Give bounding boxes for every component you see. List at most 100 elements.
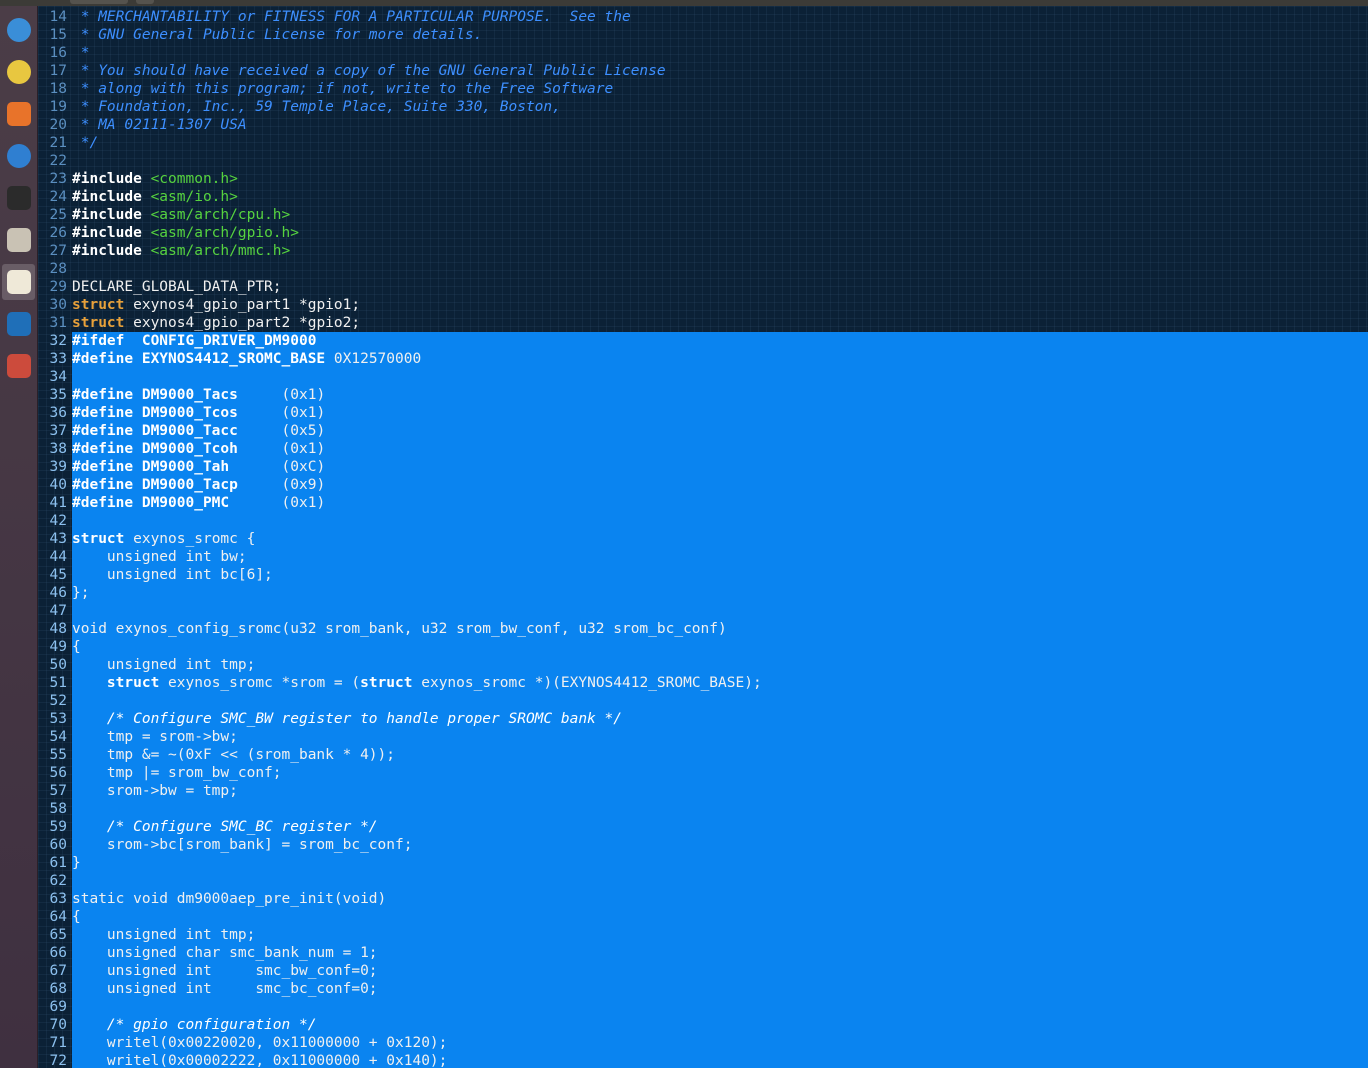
code-text[interactable]: #define DM9000_Tacp (0x9)	[72, 476, 1368, 494]
code-line[interactable]: 59 /* Configure SMC_BC register */	[38, 818, 1368, 836]
code-line[interactable]: 33 #define EXYNOS4412_SROMC_BASE 0X125700…	[38, 350, 1368, 368]
code-text[interactable]: {	[72, 638, 1368, 656]
code-editor[interactable]: 14 * MERCHANTABILITY or FITNESS FOR A PA…	[38, 6, 1368, 1068]
code-line[interactable]: 40 #define DM9000_Tacp (0x9)	[38, 476, 1368, 494]
code-text[interactable]: #include <asm/arch/cpu.h>	[72, 206, 1368, 224]
code-line[interactable]: 16 *	[38, 44, 1368, 62]
code-line[interactable]: 57 srom->bw = tmp;	[38, 782, 1368, 800]
code-text[interactable]: * MA 02111-1307 USA	[72, 116, 1368, 134]
code-line[interactable]: 53 /* Configure SMC_BW register to handl…	[38, 710, 1368, 728]
code-text[interactable]: */	[72, 134, 1368, 152]
code-line[interactable]: 67 unsigned int smc_bw_conf=0;	[38, 962, 1368, 980]
code-line[interactable]: 27 #include <asm/arch/mmc.h>	[38, 242, 1368, 260]
code-text[interactable]	[72, 872, 1368, 890]
code-line[interactable]: 45 unsigned int bc[6];	[38, 566, 1368, 584]
code-line[interactable]: 18 * along with this program; if not, wr…	[38, 80, 1368, 98]
code-text[interactable]: unsigned char smc_bank_num = 1;	[72, 944, 1368, 962]
code-line[interactable]: 48 void exynos_config_sromc(u32 srom_bank…	[38, 620, 1368, 638]
code-text[interactable]: unsigned int bw;	[72, 548, 1368, 566]
code-text[interactable]: #define DM9000_Tah (0xC)	[72, 458, 1368, 476]
code-line[interactable]: 37 #define DM9000_Tacc (0x5)	[38, 422, 1368, 440]
launcher-item[interactable]	[2, 348, 35, 384]
code-line[interactable]: 68 unsigned int smc_bc_conf=0;	[38, 980, 1368, 998]
code-text[interactable]: {	[72, 908, 1368, 926]
code-line[interactable]: 25 #include <asm/arch/cpu.h>	[38, 206, 1368, 224]
code-line[interactable]: 60 srom->bc[srom_bank] = srom_bc_conf;	[38, 836, 1368, 854]
code-text[interactable]: #include <common.h>	[72, 170, 1368, 188]
code-line[interactable]: 34	[38, 368, 1368, 386]
code-text[interactable]: /* gpio configuration */	[72, 1016, 1368, 1034]
code-text[interactable]: srom->bw = tmp;	[72, 782, 1368, 800]
code-line[interactable]: 52	[38, 692, 1368, 710]
code-line[interactable]: 39 #define DM9000_Tah (0xC)	[38, 458, 1368, 476]
code-text[interactable]: #define DM9000_Tcos (0x1)	[72, 404, 1368, 422]
code-line[interactable]: 30 struct exynos4_gpio_part1 *gpio1;	[38, 296, 1368, 314]
code-text[interactable]: * MERCHANTABILITY or FITNESS FOR A PARTI…	[72, 8, 1368, 26]
code-line[interactable]: 51 struct exynos_sromc *srom = (struct e…	[38, 674, 1368, 692]
code-text[interactable]: * along with this program; if not, write…	[72, 80, 1368, 98]
code-line[interactable]: 58	[38, 800, 1368, 818]
launcher-item[interactable]	[2, 12, 35, 48]
code-line[interactable]: 66 unsigned char smc_bank_num = 1;	[38, 944, 1368, 962]
code-text[interactable]: unsigned int tmp;	[72, 926, 1368, 944]
code-line[interactable]: 56 tmp |= srom_bw_conf;	[38, 764, 1368, 782]
code-text[interactable]: #define DM9000_PMC (0x1)	[72, 494, 1368, 512]
code-text[interactable]: unsigned int tmp;	[72, 656, 1368, 674]
code-text[interactable]: #include <asm/io.h>	[72, 188, 1368, 206]
code-text[interactable]: #ifdef CONFIG_DRIVER_DM9000	[72, 332, 1368, 350]
code-line[interactable]: 21 */	[38, 134, 1368, 152]
code-text[interactable]: struct exynos4_gpio_part1 *gpio1;	[72, 296, 1368, 314]
code-text[interactable]	[72, 998, 1368, 1016]
code-text[interactable]: tmp &= ~(0xF << (srom_bank * 4));	[72, 746, 1368, 764]
code-text[interactable]: #include <asm/arch/gpio.h>	[72, 224, 1368, 242]
code-line[interactable]: 20 * MA 02111-1307 USA	[38, 116, 1368, 134]
code-text[interactable]: writel(0x00002222, 0x11000000 + 0x140);	[72, 1052, 1368, 1068]
code-line[interactable]: 36 #define DM9000_Tcos (0x1)	[38, 404, 1368, 422]
code-line[interactable]: 42	[38, 512, 1368, 530]
code-text[interactable]: struct exynos4_gpio_part2 *gpio2;	[72, 314, 1368, 332]
code-text[interactable]: writel(0x00220020, 0x11000000 + 0x120);	[72, 1034, 1368, 1052]
launcher-item[interactable]	[2, 180, 35, 216]
code-line[interactable]: 17 * You should have received a copy of …	[38, 62, 1368, 80]
code-line[interactable]: 38 #define DM9000_Tcoh (0x1)	[38, 440, 1368, 458]
code-line[interactable]: 24 #include <asm/io.h>	[38, 188, 1368, 206]
code-line[interactable]: 19 * Foundation, Inc., 59 Temple Place, …	[38, 98, 1368, 116]
code-line[interactable]: 43 struct exynos_sromc {	[38, 530, 1368, 548]
code-line[interactable]: 26 #include <asm/arch/gpio.h>	[38, 224, 1368, 242]
code-text[interactable]: unsigned int bc[6];	[72, 566, 1368, 584]
launcher-item[interactable]	[2, 96, 35, 132]
launcher-item[interactable]	[2, 138, 35, 174]
code-text[interactable]	[72, 260, 1368, 278]
code-text[interactable]: unsigned int smc_bw_conf=0;	[72, 962, 1368, 980]
code-text[interactable]: void exynos_config_sromc(u32 srom_bank, …	[72, 620, 1368, 638]
code-line[interactable]: 49 {	[38, 638, 1368, 656]
code-text[interactable]: * Foundation, Inc., 59 Temple Place, Sui…	[72, 98, 1368, 116]
code-line[interactable]: 14 * MERCHANTABILITY or FITNESS FOR A PA…	[38, 8, 1368, 26]
code-line[interactable]: 55 tmp &= ~(0xF << (srom_bank * 4));	[38, 746, 1368, 764]
code-text[interactable]: * You should have received a copy of the…	[72, 62, 1368, 80]
code-text[interactable]	[72, 800, 1368, 818]
code-text[interactable]: struct exynos_sromc {	[72, 530, 1368, 548]
code-line[interactable]: 69	[38, 998, 1368, 1016]
code-text[interactable]: struct exynos_sromc *srom = (struct exyn…	[72, 674, 1368, 692]
code-text[interactable]: };	[72, 584, 1368, 602]
code-text[interactable]: tmp = srom->bw;	[72, 728, 1368, 746]
code-text[interactable]	[72, 512, 1368, 530]
code-text[interactable]: }	[72, 854, 1368, 872]
code-line[interactable]: 44 unsigned int bw;	[38, 548, 1368, 566]
code-line[interactable]: 70 /* gpio configuration */	[38, 1016, 1368, 1034]
code-line[interactable]: 71 writel(0x00220020, 0x11000000 + 0x120…	[38, 1034, 1368, 1052]
code-text[interactable]: #define DM9000_Tcoh (0x1)	[72, 440, 1368, 458]
launcher-item[interactable]	[2, 306, 35, 342]
code-line[interactable]: 23 #include <common.h>	[38, 170, 1368, 188]
code-text[interactable]: #define EXYNOS4412_SROMC_BASE 0X12570000	[72, 350, 1368, 368]
code-line[interactable]: 61}	[38, 854, 1368, 872]
window-tab-close[interactable]	[136, 0, 154, 4]
code-text[interactable]: unsigned int smc_bc_conf=0;	[72, 980, 1368, 998]
code-text[interactable]	[72, 692, 1368, 710]
code-line[interactable]: 47	[38, 602, 1368, 620]
code-text[interactable]: *	[72, 44, 1368, 62]
code-text[interactable]: srom->bc[srom_bank] = srom_bc_conf;	[72, 836, 1368, 854]
code-text[interactable]: #include <asm/arch/mmc.h>	[72, 242, 1368, 260]
code-text[interactable]: #define DM9000_Tacc (0x5)	[72, 422, 1368, 440]
